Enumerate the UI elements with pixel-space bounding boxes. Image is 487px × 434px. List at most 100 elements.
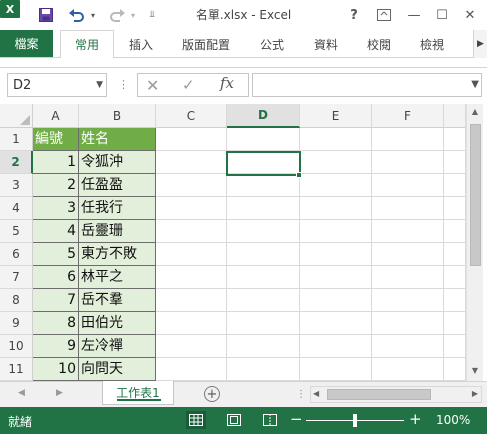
cell-d2[interactable] bbox=[227, 151, 300, 174]
cell-a11[interactable]: 10 bbox=[33, 358, 79, 381]
cell-f8[interactable] bbox=[444, 289, 466, 312]
cell-a6[interactable]: 5 bbox=[33, 243, 79, 266]
cell-f4[interactable] bbox=[372, 197, 444, 220]
horizontal-scroll-thumb[interactable] bbox=[327, 389, 431, 400]
prev-sheet-icon[interactable]: ◀ bbox=[18, 388, 25, 398]
tab-insert[interactable]: 插入 bbox=[118, 30, 164, 58]
column-header-d[interactable]: D bbox=[227, 104, 300, 128]
cell-b5[interactable]: 岳靈珊 bbox=[79, 220, 156, 243]
zoom-in-button[interactable]: + bbox=[409, 410, 422, 428]
cell-f2[interactable] bbox=[444, 151, 466, 174]
cell-c7[interactable] bbox=[156, 266, 227, 289]
cell-b9[interactable]: 田伯光 bbox=[79, 312, 156, 335]
cell-d7[interactable] bbox=[227, 266, 300, 289]
page-break-view-icon[interactable] bbox=[260, 411, 280, 429]
customize-toolbar-icon[interactable]: ⫫ bbox=[146, 0, 158, 30]
close-button[interactable]: ✕ bbox=[460, 0, 480, 30]
cell-b2[interactable]: 令狐沖 bbox=[79, 151, 156, 174]
cell-b6[interactable]: 東方不敗 bbox=[79, 243, 156, 266]
zoom-level[interactable]: 100% bbox=[436, 413, 470, 427]
zoom-slider-thumb[interactable] bbox=[353, 414, 357, 427]
cell-b10[interactable]: 左冷禪 bbox=[79, 335, 156, 358]
next-sheet-icon[interactable]: ▶ bbox=[56, 388, 63, 398]
column-header-g[interactable] bbox=[444, 104, 466, 128]
tab-page-layout[interactable]: 版面配置 bbox=[168, 30, 244, 58]
cell-e9[interactable] bbox=[300, 312, 372, 335]
row-header-5[interactable]: 5 bbox=[0, 220, 33, 243]
cell-c1[interactable] bbox=[156, 128, 227, 151]
cell-e3[interactable] bbox=[300, 174, 372, 197]
vertical-scroll-thumb[interactable] bbox=[470, 124, 481, 266]
cell-b8[interactable]: 岳不羣 bbox=[79, 289, 156, 312]
cell-e10[interactable] bbox=[300, 335, 372, 358]
enter-icon[interactable]: ✓ bbox=[182, 76, 195, 94]
cell-f8[interactable] bbox=[372, 289, 444, 312]
expand-formula-bar-icon[interactable]: ▼ bbox=[471, 79, 479, 90]
cell-b11[interactable]: 向問天 bbox=[79, 358, 156, 381]
maximize-button[interactable]: ☐ bbox=[432, 0, 452, 30]
cell-a8[interactable]: 7 bbox=[33, 289, 79, 312]
cell-f7[interactable] bbox=[372, 266, 444, 289]
name-box[interactable]: D2 ▼ bbox=[7, 73, 107, 97]
cell-f7[interactable] bbox=[444, 266, 466, 289]
cell-f5[interactable] bbox=[444, 220, 466, 243]
cell-c11[interactable] bbox=[156, 358, 227, 381]
cancel-icon[interactable]: ✕ bbox=[146, 76, 159, 95]
column-header-e[interactable]: E bbox=[300, 104, 372, 128]
scroll-left-icon[interactable]: ◀ bbox=[313, 389, 319, 398]
column-header-b[interactable]: B bbox=[79, 104, 156, 128]
cell-e7[interactable] bbox=[300, 266, 372, 289]
cell-a5[interactable]: 4 bbox=[33, 220, 79, 243]
cell-f4[interactable] bbox=[444, 197, 466, 220]
tab-review[interactable]: 校閱 bbox=[356, 30, 402, 58]
cell-e11[interactable] bbox=[300, 358, 372, 381]
zoom-out-button[interactable]: − bbox=[290, 410, 303, 428]
cell-f2[interactable] bbox=[372, 151, 444, 174]
cell-a4[interactable]: 3 bbox=[33, 197, 79, 220]
cell-f10[interactable] bbox=[444, 335, 466, 358]
cell-f9[interactable] bbox=[444, 312, 466, 335]
row-header-2[interactable]: 2 bbox=[0, 151, 33, 174]
insert-function-button[interactable]: fx bbox=[220, 74, 234, 92]
cell-b4[interactable]: 任我行 bbox=[79, 197, 156, 220]
formula-input[interactable]: ▼ bbox=[252, 73, 482, 97]
select-all-button[interactable] bbox=[0, 104, 33, 128]
cell-c8[interactable] bbox=[156, 289, 227, 312]
cell-a2[interactable]: 1 bbox=[33, 151, 79, 174]
column-header-f[interactable]: F bbox=[372, 104, 444, 128]
scroll-up-icon[interactable]: ▲ bbox=[467, 107, 483, 119]
cell-a10[interactable]: 9 bbox=[33, 335, 79, 358]
redo-dropdown-icon[interactable]: ▾ bbox=[128, 0, 138, 30]
cell-e8[interactable] bbox=[300, 289, 372, 312]
scroll-right-icon[interactable]: ▶ bbox=[472, 389, 478, 398]
cell-b7[interactable]: 林平之 bbox=[79, 266, 156, 289]
cell-a3[interactable]: 2 bbox=[33, 174, 79, 197]
row-header-8[interactable]: 8 bbox=[0, 289, 33, 312]
cell-f1[interactable] bbox=[372, 128, 444, 151]
normal-view-icon[interactable] bbox=[186, 411, 206, 429]
column-header-c[interactable]: C bbox=[156, 104, 227, 128]
cell-c9[interactable] bbox=[156, 312, 227, 335]
cell-b3[interactable]: 任盈盈 bbox=[79, 174, 156, 197]
cell-f10[interactable] bbox=[372, 335, 444, 358]
minimize-button[interactable]: — bbox=[404, 0, 424, 30]
undo-dropdown-icon[interactable]: ▾ bbox=[88, 0, 98, 30]
add-sheet-button[interactable]: + bbox=[204, 386, 220, 402]
row-header-10[interactable]: 10 bbox=[0, 335, 33, 358]
tab-data[interactable]: 資料 bbox=[302, 30, 350, 58]
cell-f3[interactable] bbox=[372, 174, 444, 197]
cell-a7[interactable]: 6 bbox=[33, 266, 79, 289]
cell-a9[interactable]: 8 bbox=[33, 312, 79, 335]
cell-b1[interactable]: 姓名 bbox=[79, 128, 156, 151]
cell-c2[interactable] bbox=[156, 151, 227, 174]
vertical-scrollbar[interactable]: ▲ ▼ bbox=[466, 104, 483, 381]
scroll-down-icon[interactable]: ▼ bbox=[467, 366, 483, 378]
column-header-a[interactable]: A bbox=[33, 104, 79, 128]
cell-c4[interactable] bbox=[156, 197, 227, 220]
cell-d1[interactable] bbox=[227, 128, 300, 151]
cell-d8[interactable] bbox=[227, 289, 300, 312]
chevron-down-icon[interactable]: ▼ bbox=[96, 80, 103, 90]
cell-d9[interactable] bbox=[227, 312, 300, 335]
cell-f3[interactable] bbox=[444, 174, 466, 197]
redo-icon[interactable] bbox=[108, 0, 128, 30]
